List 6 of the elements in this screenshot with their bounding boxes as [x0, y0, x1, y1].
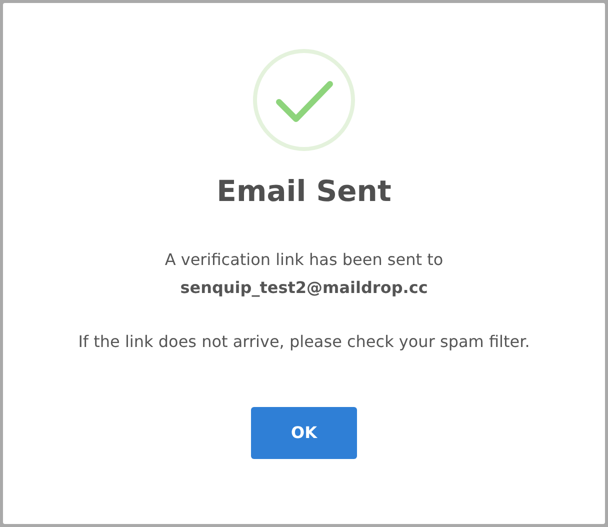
email-address: senquip_test2@maildrop.cc — [180, 276, 428, 299]
ok-button[interactable]: OK — [251, 406, 357, 458]
checkmark-icon — [252, 48, 356, 152]
note-text: If the link does not arrive, please check your spam filter. — [78, 330, 530, 352]
dialog-title: Email Sent — [216, 173, 392, 210]
message-text: A verification link has been sent to — [164, 248, 444, 270]
